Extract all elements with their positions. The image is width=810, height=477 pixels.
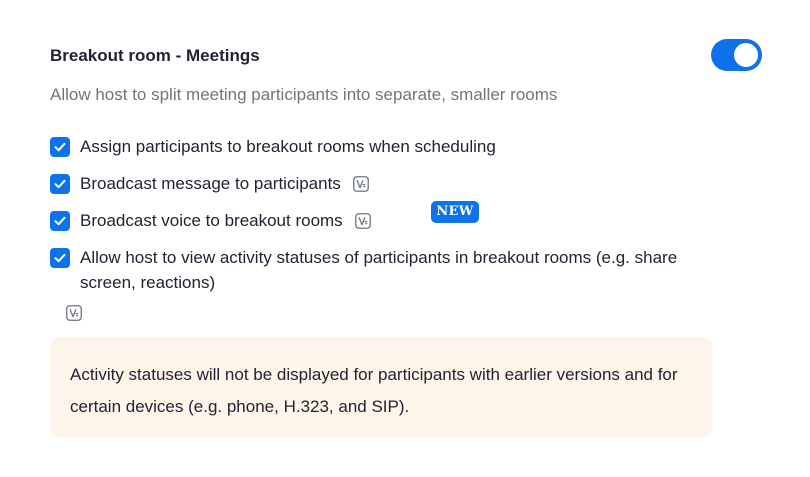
option-label: Broadcast voice to breakout rooms <box>80 211 343 230</box>
new-badge: NEW <box>431 201 479 223</box>
option-broadcast-voice: Broadcast voice to breakout rooms <box>50 210 371 233</box>
checkmark-icon <box>54 142 66 152</box>
option-label: Broadcast message to participants <box>80 174 341 193</box>
version-icon[interactable] <box>66 305 82 321</box>
activity-status-notice: Activity statuses will not be displayed … <box>50 337 712 437</box>
version-icon[interactable] <box>354 212 371 229</box>
broadcast-message-checkbox[interactable] <box>50 174 70 194</box>
setting-title: Breakout room - Meetings <box>50 46 260 65</box>
breakout-room-toggle[interactable] <box>711 39 762 71</box>
view-activity-statuses-checkbox[interactable] <box>50 248 70 268</box>
setting-description: Allow host to split meeting participants… <box>50 85 558 104</box>
option-label: Assign participants to breakout rooms wh… <box>80 137 496 156</box>
option-broadcast-message: Broadcast message to participants <box>50 173 369 196</box>
option-view-activity-statuses: Allow host to view activity statuses of … <box>50 247 730 295</box>
checkmark-icon <box>54 253 66 263</box>
version-icon[interactable] <box>352 175 369 192</box>
option-label: Allow host to view activity statuses of … <box>80 248 678 292</box>
toggle-knob <box>734 43 758 67</box>
checkmark-icon <box>54 179 66 189</box>
checkmark-icon <box>54 216 66 226</box>
option-assign-participants: Assign participants to breakout rooms wh… <box>50 136 496 159</box>
assign-participants-checkbox[interactable] <box>50 137 70 157</box>
broadcast-voice-checkbox[interactable] <box>50 211 70 231</box>
